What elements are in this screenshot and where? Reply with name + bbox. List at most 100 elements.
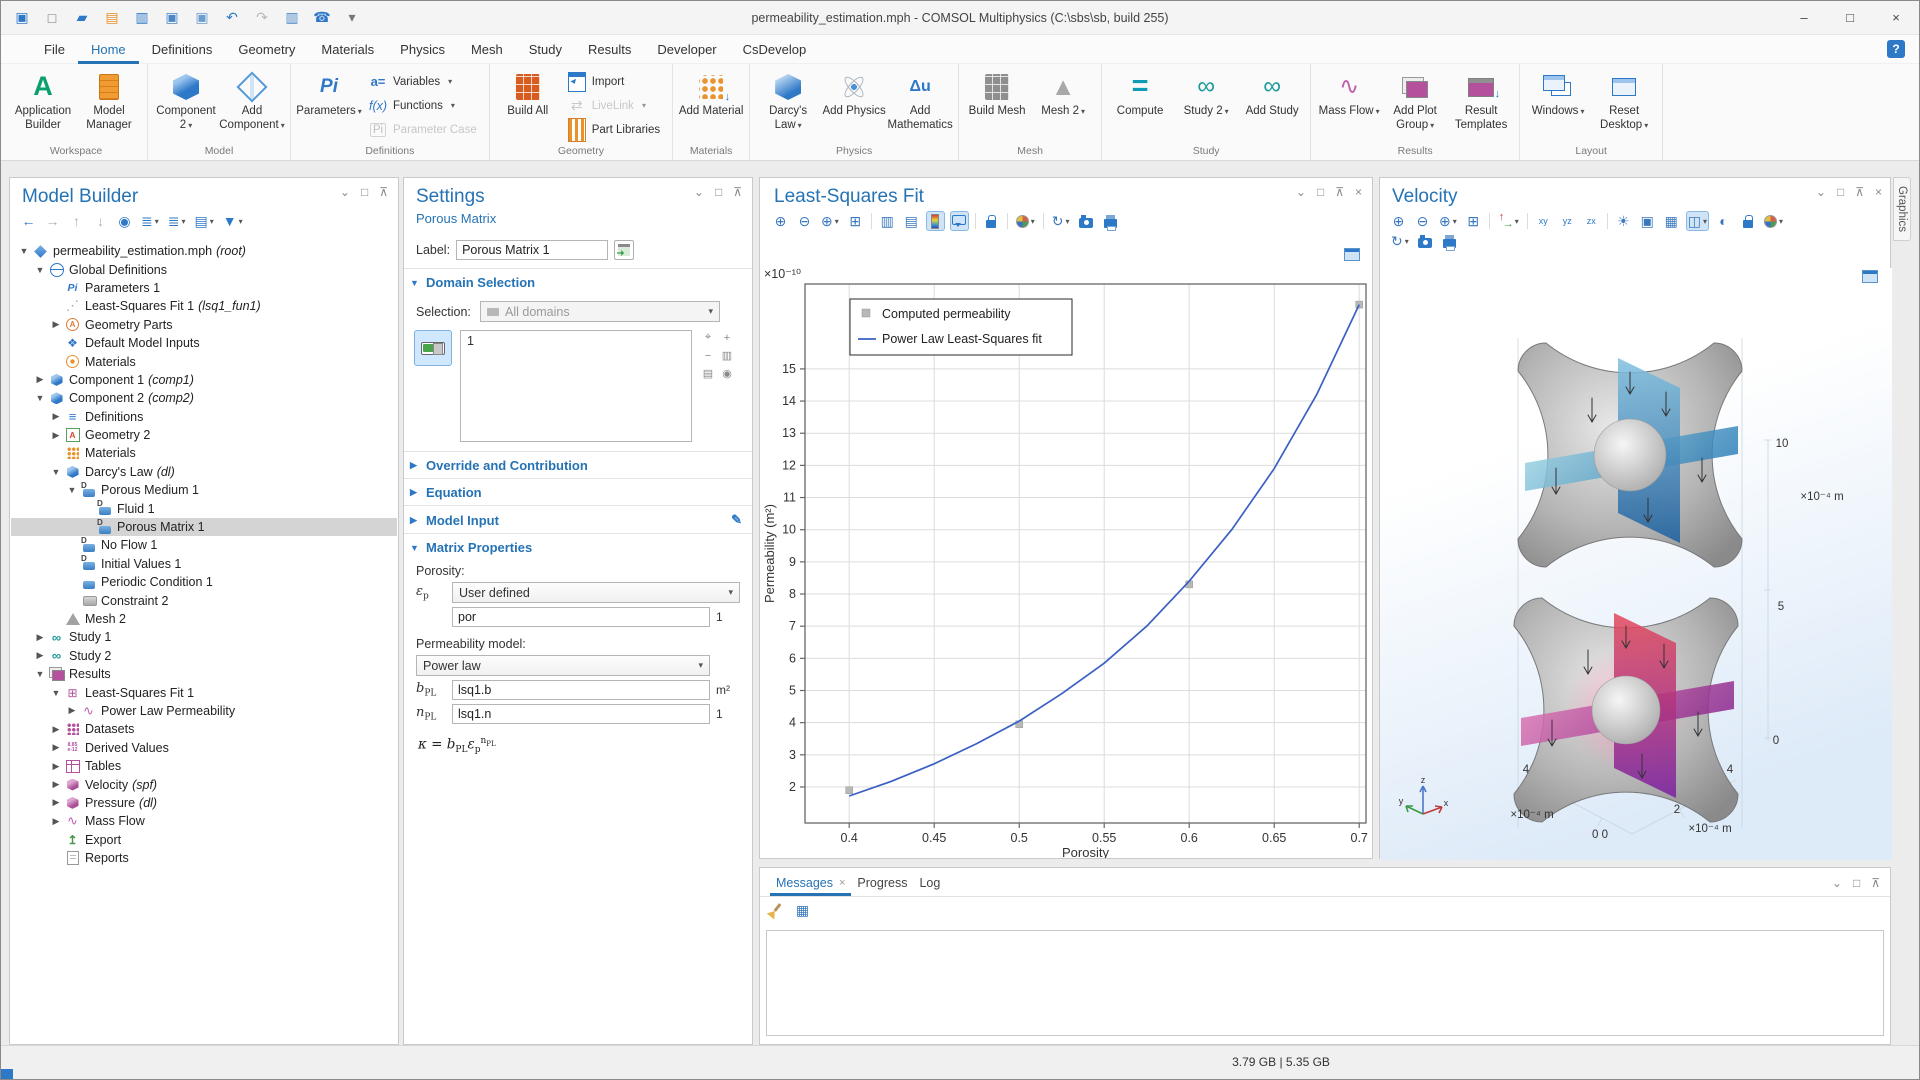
tab-graphics[interactable]: Graphics (1893, 177, 1911, 242)
menu-results[interactable]: Results (575, 35, 644, 64)
expand-arrow-icon[interactable]: ▼ (49, 467, 63, 477)
tree-item-fluid-1[interactable]: Fluid 1 (11, 499, 397, 517)
menu-csdevelop[interactable]: CsDevelop (730, 35, 820, 64)
update-plot-icon[interactable]: ↻ ▾ (1051, 212, 1071, 230)
panel-pin-icon[interactable]: ⊼ (733, 185, 742, 199)
zoom-box-icon[interactable]: ⊕ ▾ (1438, 212, 1458, 230)
reset-desktop-button[interactable]: Reset Desktop ▾ (1591, 67, 1657, 144)
build-mesh-button[interactable]: Build Mesh (964, 67, 1030, 144)
menu-developer[interactable]: Developer (644, 35, 729, 64)
tree-item-velocity[interactable]: ▶ Velocity (spf) (11, 775, 397, 793)
tree-item-component-1[interactable]: ▶ Component 1 (comp1) (11, 371, 397, 389)
maximize-button[interactable]: □ (1827, 1, 1873, 35)
selection-wand-icon[interactable]: ⌖ (700, 330, 716, 345)
zoom-box-icon[interactable]: ⊕ ▾ (820, 212, 840, 230)
undo-icon[interactable]: ↶ (223, 9, 241, 27)
help-icon[interactable]: ? (1887, 40, 1905, 58)
redo-icon[interactable]: ↷ (253, 9, 271, 27)
graphics-quick-icon[interactable] (1862, 270, 1878, 283)
add-to-selection-icon[interactable]: + (719, 330, 735, 345)
panel-menu-chevron-icon[interactable]: ⌄ (694, 185, 704, 199)
tooltip-icon[interactable] (950, 212, 968, 230)
zoom-to-selection-icon[interactable]: ◉ (719, 366, 735, 381)
collapse-arrow-icon[interactable]: ▶ (33, 650, 47, 661)
panel-pin-icon[interactable]: ⊼ (1855, 185, 1864, 199)
model-manager-icon[interactable]: ▤ (103, 9, 121, 27)
environment-icon[interactable]: ▣ (1639, 212, 1656, 230)
tree-item-porous-medium-1[interactable]: ▼ Porous Medium 1 (11, 481, 397, 499)
collapse-arrow-icon[interactable]: ▶ (49, 816, 63, 827)
tree-item-materials[interactable]: Materials (11, 352, 397, 370)
expand-arrow-icon[interactable]: ▼ (33, 393, 47, 403)
collapse-arrow-icon[interactable]: ▶ (49, 742, 63, 753)
variables-button[interactable]: a= Variables ▾ (364, 70, 482, 93)
print-icon[interactable] (1441, 232, 1458, 251)
functions-button[interactable]: f(x) Functions ▾ (364, 94, 482, 117)
back-icon[interactable]: ← (20, 212, 37, 230)
permeability-model-dropdown[interactable]: Power law (416, 655, 710, 676)
windows-button[interactable]: Windows ▾ (1525, 67, 1591, 144)
label-input[interactable] (456, 240, 609, 260)
color-theme-icon[interactable]: ▾ (1763, 212, 1784, 230)
create-parameter-button[interactable] (614, 240, 635, 260)
panel-float-icon[interactable]: □ (1837, 185, 1844, 199)
panel-close-icon[interactable]: × (1875, 185, 1882, 199)
new-file-icon[interactable]: □ (43, 9, 61, 27)
node-text-icon[interactable]: ▤ ▾ (194, 212, 215, 230)
equation-section[interactable]: ▶ Equation (404, 478, 752, 505)
zoom-out-icon[interactable]: ⊖ (1414, 212, 1431, 230)
clear-messages-icon[interactable] (770, 901, 787, 919)
graphics-quick-icon[interactable] (1344, 248, 1360, 261)
go-to-yz-view-icon[interactable]: yz (1559, 212, 1576, 230)
tab-messages[interactable]: Messages × (770, 870, 851, 896)
go-to-xy-view-icon[interactable]: xy (1535, 212, 1552, 230)
import-button[interactable]: Import (563, 70, 665, 93)
parameter-case-button[interactable]: Pi Parameter Case (364, 118, 482, 141)
mass-flow-button[interactable]: ∿ Mass Flow ▾ (1316, 67, 1382, 144)
expand-all-icon[interactable]: ≣ ▾ (167, 212, 187, 230)
add-mathematics-button[interactable]: Δu Add Mathematics (887, 67, 953, 144)
selection-dropdown[interactable]: All domains (480, 301, 720, 322)
tree-item-least-squares-fit-1[interactable]: ▼ Least-Squares Fit 1 (11, 683, 397, 701)
panel-pin-icon[interactable]: ⊼ (1871, 876, 1880, 890)
zoom-out-icon[interactable]: ⊖ (796, 212, 813, 230)
tree-item-geometry-parts[interactable]: ▶ Geometry Parts (11, 316, 397, 334)
model-input-section[interactable]: ▶ Model Input ✎ (404, 505, 752, 533)
add-component-button[interactable]: Add Component ▾ (219, 67, 285, 144)
collapse-arrow-icon[interactable]: ▶ (49, 761, 63, 772)
lock-view-icon[interactable] (1739, 212, 1756, 230)
tree-item-tables[interactable]: ▶ Tables (11, 757, 397, 775)
panel-float-icon[interactable]: □ (361, 185, 368, 199)
transparency-icon[interactable]: ◐ (1715, 212, 1732, 230)
expand-arrow-icon[interactable]: ▼ (49, 688, 63, 698)
tree-item-least-squares-fit-1[interactable]: Least-Squares Fit 1(lsq1_fun1) (11, 297, 397, 315)
menu-geometry[interactable]: Geometry (225, 35, 308, 64)
print-icon[interactable] (1102, 212, 1119, 231)
collapse-arrow-icon[interactable]: ▶ (33, 374, 47, 385)
collapse-arrow-icon[interactable]: ▶ (49, 411, 63, 422)
velocity-3d-scene[interactable] (1380, 268, 1892, 860)
collapse-arrow-icon[interactable]: ▶ (49, 319, 63, 330)
edit-model-input-icon[interactable]: ✎ (731, 512, 742, 528)
color-theme-icon[interactable]: ▾ (1015, 212, 1036, 230)
porosity-model-dropdown[interactable]: User defined (452, 582, 740, 603)
model-manager-button[interactable]: Model Manager (76, 67, 142, 144)
panel-float-icon[interactable]: □ (715, 185, 722, 199)
active-toggle-button[interactable] (414, 330, 452, 366)
tree-item-porous-matrix-1[interactable]: Porous Matrix 1 (11, 518, 397, 537)
messages-output-area[interactable] (766, 930, 1884, 1036)
tree-item-export[interactable]: Export (11, 831, 397, 849)
close-tab-icon[interactable]: × (839, 877, 845, 889)
collapse-arrow-icon[interactable]: ▶ (49, 724, 63, 735)
expand-arrow-icon[interactable]: ▼ (65, 485, 79, 495)
tree-item-default-model-inputs[interactable]: Default Model Inputs (11, 334, 397, 352)
parameters-button[interactable]: Pi Parameters ▾ (296, 67, 362, 144)
tree-item-derived-values[interactable]: ▶ Derived Values (11, 739, 397, 757)
tree-item-constraint-2[interactable]: Constraint 2 (11, 591, 397, 609)
add-physics-button[interactable]: Add Physics (821, 67, 887, 144)
panel-close-icon[interactable]: × (1355, 185, 1362, 199)
tree-item-study-1[interactable]: ▶ Study 1 (11, 628, 397, 646)
livelink-button[interactable]: ⇄ LiveLink ▾ (563, 94, 665, 117)
show-icon[interactable]: ◉ (116, 212, 133, 230)
expand-arrow-icon[interactable]: ▼ (33, 265, 47, 275)
